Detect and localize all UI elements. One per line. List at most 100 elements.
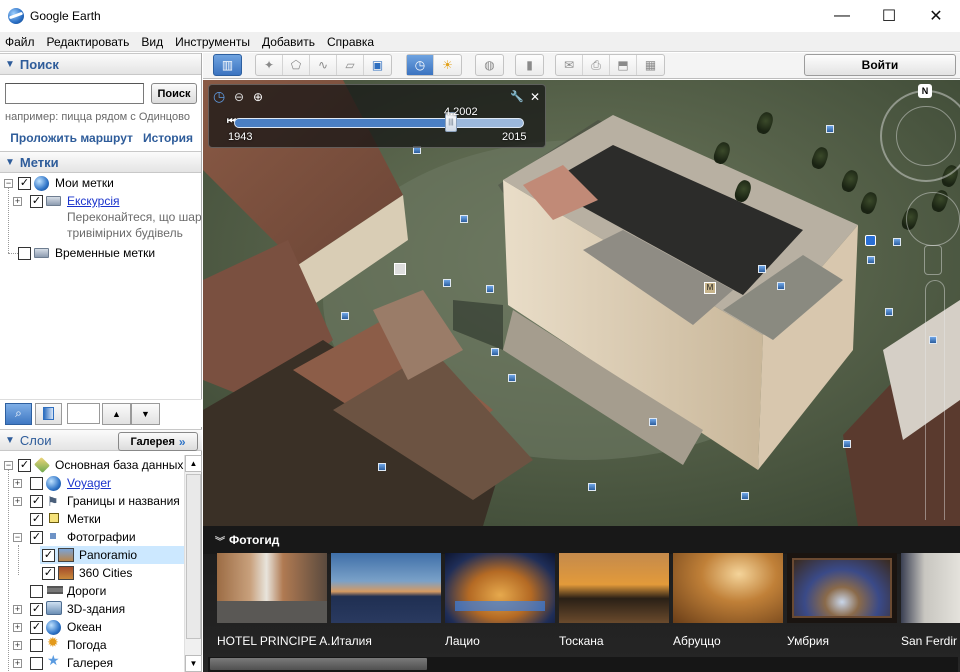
photo-label[interactable]: Италия bbox=[331, 634, 372, 648]
photo-marker-icon[interactable] bbox=[649, 418, 657, 426]
move-up-button[interactable]: ▲ bbox=[102, 402, 131, 425]
photo-guide-scrollbar[interactable] bbox=[208, 657, 958, 672]
tree-label-link[interactable]: Екскурсія bbox=[67, 194, 119, 208]
expand-toggle[interactable]: + bbox=[13, 478, 22, 488]
history-link[interactable]: История bbox=[143, 131, 193, 145]
photo-thumbnail[interactable] bbox=[787, 553, 897, 623]
expand-toggle[interactable]: + bbox=[13, 658, 22, 668]
photo-marker-icon[interactable] bbox=[508, 374, 516, 382]
sidebar-toggle-button[interactable]: ▥ bbox=[213, 54, 242, 76]
layers-section-header[interactable]: ▼ Слои Галерея » bbox=[0, 429, 202, 451]
collapse-toggle[interactable]: − bbox=[4, 178, 13, 188]
layer-item[interactable]: + ✓ Океан bbox=[0, 618, 184, 636]
close-button[interactable]: ✕ bbox=[913, 0, 959, 32]
scrollbar-thumb[interactable] bbox=[186, 474, 201, 639]
places-section-header[interactable]: ▼ Метки bbox=[0, 151, 201, 173]
login-button[interactable]: Войти bbox=[804, 54, 956, 76]
settings-wrench-icon[interactable]: 🔧 bbox=[510, 90, 524, 103]
layer-label-link[interactable]: Voyager bbox=[67, 476, 111, 490]
temporary-places-checkbox[interactable] bbox=[18, 246, 31, 260]
menu-add[interactable]: Добавить bbox=[256, 32, 321, 52]
photo-marker-icon[interactable] bbox=[893, 238, 901, 246]
search-section-header[interactable]: ▼ Поиск bbox=[0, 53, 201, 75]
museum-marker-icon[interactable]: M bbox=[704, 282, 716, 294]
photo-marker-icon[interactable] bbox=[443, 279, 451, 287]
layer-item-selected[interactable]: ✓ Panoramio bbox=[40, 546, 184, 564]
layers-scrollbar[interactable]: ▲ ▼ bbox=[184, 455, 202, 672]
layer-checkbox[interactable]: ✓ bbox=[30, 512, 43, 526]
clock-icon[interactable]: ◷ bbox=[213, 88, 225, 105]
layer-checkbox[interactable] bbox=[30, 656, 43, 670]
collapse-toggle[interactable]: − bbox=[13, 532, 22, 542]
menu-file[interactable]: Файл bbox=[0, 32, 41, 52]
photo-thumbnail[interactable] bbox=[901, 553, 960, 623]
minimize-button[interactable]: — bbox=[819, 0, 865, 32]
split-view-button[interactable] bbox=[35, 402, 62, 425]
zoom-slider[interactable] bbox=[925, 280, 945, 520]
excursion-checkbox[interactable]: ✓ bbox=[30, 194, 43, 208]
view-in-maps-button[interactable]: ▦ bbox=[637, 55, 664, 75]
gallery-button[interactable]: Галерея » bbox=[118, 432, 198, 451]
photo-marker-icon[interactable] bbox=[885, 308, 893, 316]
add-path-button[interactable]: ∿ bbox=[310, 55, 337, 75]
photo-guide-header[interactable]: ︾ Фотогид bbox=[203, 526, 960, 554]
photo-marker-icon[interactable] bbox=[460, 215, 468, 223]
photo-thumbnail[interactable] bbox=[559, 553, 669, 623]
photo-marker-icon[interactable] bbox=[867, 256, 875, 264]
layer-item[interactable]: + Voyager bbox=[0, 474, 184, 492]
menu-tools[interactable]: Инструменты bbox=[169, 32, 256, 52]
move-joystick[interactable] bbox=[906, 192, 960, 246]
switch-planet-button[interactable]: ◍ bbox=[476, 55, 503, 75]
tree-item-excursion[interactable]: + ✓ Екскурсія bbox=[0, 192, 200, 210]
photo-marker-icon[interactable] bbox=[758, 265, 766, 273]
tree-item-my-places[interactable]: − ✓ Мои метки bbox=[0, 174, 200, 192]
photo-marker-icon[interactable] bbox=[843, 440, 851, 448]
my-places-checkbox[interactable]: ✓ bbox=[18, 176, 31, 190]
time-slider-track[interactable]: ||| bbox=[234, 112, 524, 132]
sunlight-button[interactable]: ☀ bbox=[434, 55, 461, 75]
layer-item[interactable]: + ✓ ⚑ Границы и названия bbox=[0, 492, 184, 510]
layer-checkbox[interactable]: ✓ bbox=[42, 566, 55, 580]
layer-checkbox[interactable] bbox=[30, 476, 43, 490]
photo-thumbnail[interactable] bbox=[331, 553, 441, 623]
photo-label[interactable]: HOTEL PRINCIPE A... bbox=[217, 634, 337, 648]
layer-checkbox[interactable]: ✓ bbox=[30, 620, 43, 634]
menu-view[interactable]: Вид bbox=[135, 32, 169, 52]
close-icon[interactable]: ✕ bbox=[530, 90, 540, 104]
map-viewport[interactable]: M ◷ ⊖ ⊕ 🔧 ✕ ⏮ ⏭ ||| 4.2002 1943 2015 N bbox=[203, 80, 960, 526]
layer-item[interactable]: + ✓ 3D-здания bbox=[0, 600, 184, 618]
photo-thumbnail[interactable] bbox=[673, 553, 783, 623]
menu-help[interactable]: Справка bbox=[321, 32, 380, 52]
layer-item[interactable]: ✓ 360 Cities bbox=[0, 564, 184, 582]
look-joystick[interactable] bbox=[896, 106, 956, 166]
photo-marker-icon[interactable] bbox=[826, 125, 834, 133]
record-tour-button[interactable]: ▣ bbox=[364, 55, 391, 75]
layer-item[interactable]: + ✹ Погода bbox=[0, 634, 184, 654]
photo-marker-icon[interactable] bbox=[378, 463, 386, 471]
add-placemark-button[interactable]: ✦ bbox=[256, 55, 283, 75]
expand-toggle[interactable]: + bbox=[13, 622, 22, 632]
route-link[interactable]: Проложить маршрут bbox=[10, 131, 133, 145]
print-button[interactable]: ⎙ bbox=[583, 55, 610, 75]
save-image-button[interactable]: ⬒ bbox=[610, 55, 637, 75]
search-places-button[interactable]: ⌕ bbox=[5, 402, 32, 425]
expand-toggle[interactable]: + bbox=[13, 496, 22, 506]
landmark-marker-icon[interactable] bbox=[394, 263, 406, 275]
layer-item[interactable]: Дороги bbox=[0, 582, 184, 600]
expand-toggle[interactable]: + bbox=[13, 196, 22, 206]
layer-item[interactable]: − ✓ Основная база данных bbox=[0, 456, 184, 474]
photo-label[interactable]: Лацио bbox=[445, 634, 480, 648]
scroll-down-arrow-icon[interactable]: ▼ bbox=[185, 655, 202, 672]
parking-marker-icon[interactable] bbox=[865, 235, 876, 246]
photo-marker-icon[interactable] bbox=[741, 492, 749, 500]
photo-label[interactable]: Умбрия bbox=[787, 634, 829, 648]
historical-imagery-button[interactable]: ◷ bbox=[407, 55, 434, 75]
maximize-button[interactable]: ☐ bbox=[866, 0, 912, 32]
expand-toggle[interactable]: + bbox=[13, 604, 22, 614]
add-polygon-button[interactable]: ⬠ bbox=[283, 55, 310, 75]
layer-checkbox[interactable] bbox=[30, 638, 43, 652]
scrollbar-thumb[interactable] bbox=[210, 658, 427, 670]
search-button[interactable]: Поиск bbox=[151, 83, 197, 104]
photo-marker-icon[interactable] bbox=[341, 312, 349, 320]
search-input[interactable] bbox=[5, 83, 144, 104]
